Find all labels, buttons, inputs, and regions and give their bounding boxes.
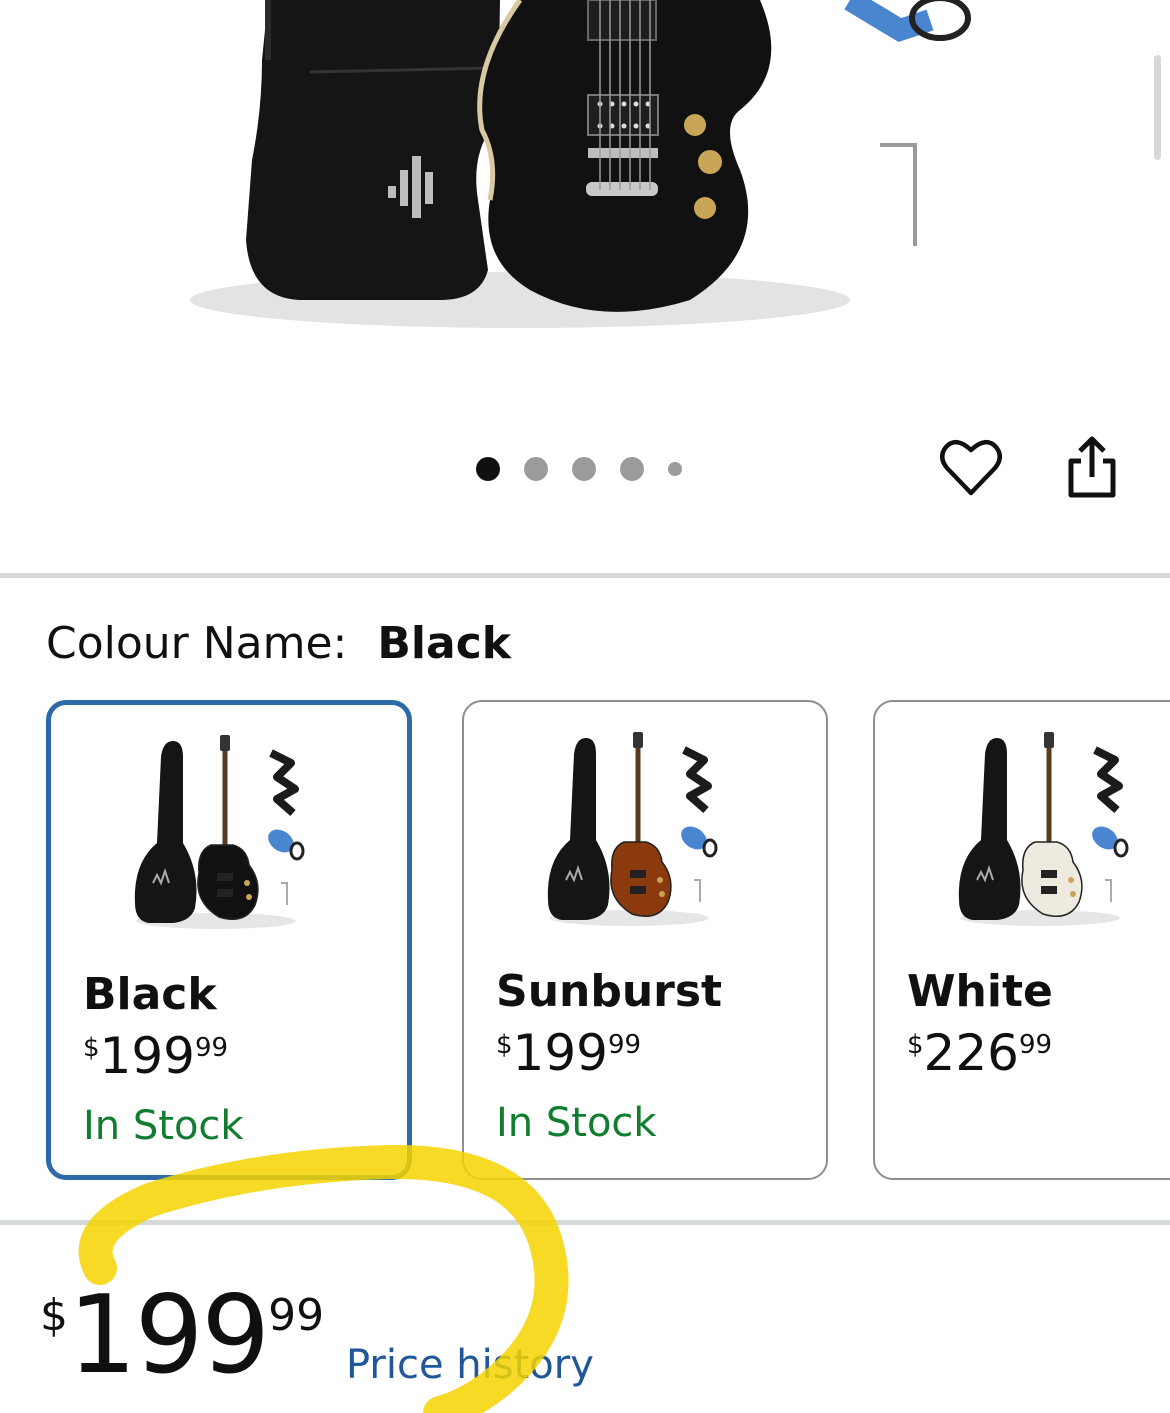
carousel-dot[interactable] <box>524 457 548 481</box>
share-button[interactable] <box>1060 434 1122 500</box>
section-divider <box>0 1220 1170 1225</box>
wishlist-button[interactable] <box>938 434 1004 500</box>
swatch-name: Sunburst <box>496 966 723 1017</box>
product-image[interactable] <box>0 0 1170 420</box>
price-whole: 226 <box>923 1024 1019 1082</box>
image-scrollbar[interactable] <box>1154 55 1161 160</box>
colour-swatch-sunburst[interactable]: Sunburst $19999 In Stock <box>462 700 828 1180</box>
swatch-price: $19999 <box>83 1031 228 1081</box>
share-icon <box>1068 436 1116 498</box>
swatch-price: $22699 <box>907 1028 1052 1078</box>
colour-swatch-white[interactable]: White $22699 <box>873 700 1170 1180</box>
product-price: $19999 <box>40 1282 324 1390</box>
swatch-name: Black <box>83 969 217 1020</box>
price-fraction: 99 <box>1018 1030 1053 1060</box>
price-currency: $ <box>496 1030 513 1060</box>
variation-label-text: Colour Name: <box>46 618 348 669</box>
carousel-indicator <box>476 456 706 482</box>
section-divider <box>0 573 1170 578</box>
price-fraction: 99 <box>268 1290 325 1341</box>
swatch-thumbnail <box>958 732 1129 926</box>
price-whole: 199 <box>68 1273 270 1398</box>
price-currency: $ <box>40 1290 68 1341</box>
carousel-dot[interactable] <box>620 457 644 481</box>
price-history-link[interactable]: Price history <box>346 1342 594 1388</box>
price-fraction: 99 <box>194 1033 229 1063</box>
selected-colour-name: Black <box>377 618 512 669</box>
swatch-availability: In Stock <box>496 1100 657 1146</box>
swatch-thumbnail <box>134 735 305 929</box>
price-currency: $ <box>907 1030 924 1060</box>
carousel-dot[interactable] <box>668 462 682 476</box>
carousel-dot[interactable] <box>572 457 596 481</box>
variation-label: Colour Name: Black <box>46 618 511 669</box>
carousel-dot-active[interactable] <box>476 457 500 481</box>
swatch-price: $19999 <box>496 1028 641 1078</box>
swatch-thumbnail <box>547 732 718 926</box>
price-currency: $ <box>83 1033 100 1063</box>
heart-icon <box>940 440 1002 496</box>
guitar-bundle-image <box>190 0 971 328</box>
price-whole: 199 <box>99 1027 195 1085</box>
price-fraction: 99 <box>607 1030 642 1060</box>
price-whole: 199 <box>512 1024 608 1082</box>
swatch-availability: In Stock <box>83 1103 244 1149</box>
swatch-name: White <box>907 966 1053 1017</box>
colour-swatch-black[interactable]: Black $19999 In Stock <box>46 700 412 1180</box>
